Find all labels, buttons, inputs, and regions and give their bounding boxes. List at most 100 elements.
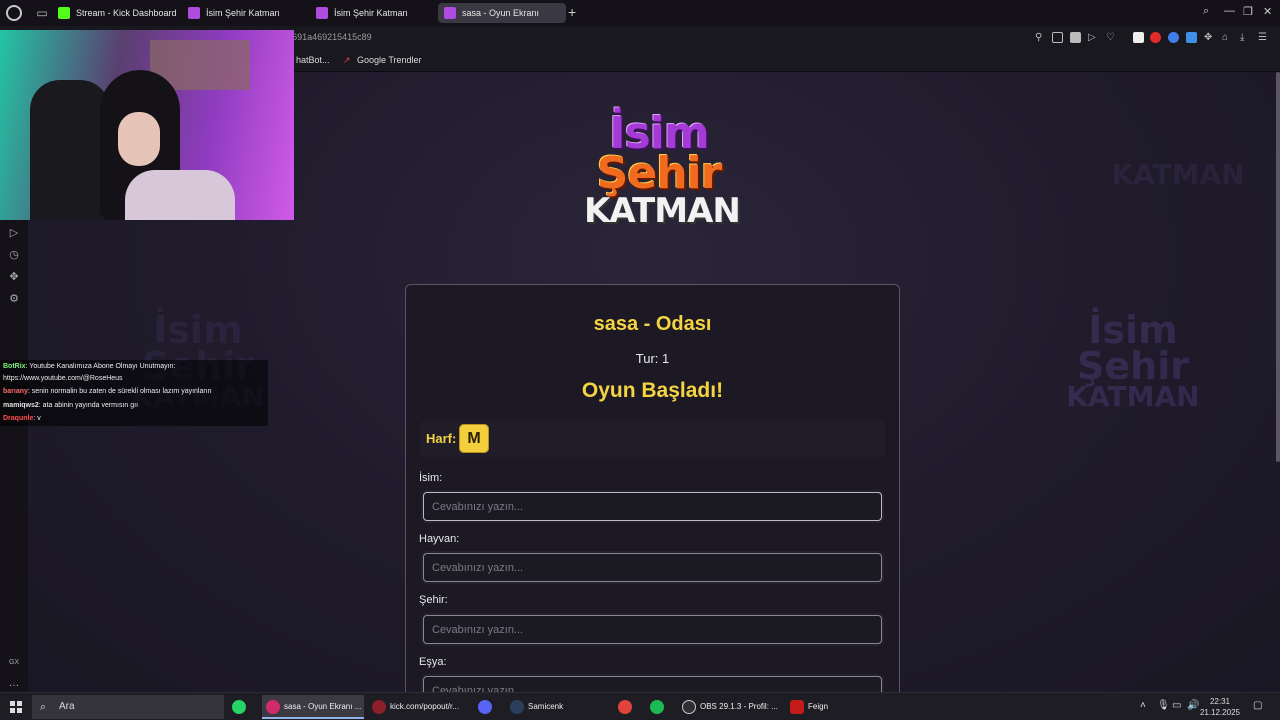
tab-isim-sehir-katman-2[interactable]: İsim Şehir Katman [310, 3, 436, 23]
search-placeholder: Ara [59, 701, 75, 712]
opera-gx-logo-icon[interactable] [6, 5, 22, 21]
settings-icon[interactable]: ⚙ [7, 292, 21, 306]
tab-label: Stream - Kick Dashboard [76, 8, 177, 18]
taskbar-chrome[interactable] [614, 695, 642, 719]
letter-label: Harf: [426, 431, 457, 446]
page-scrollbar[interactable] [1276, 72, 1280, 462]
new-tab-icon[interactable]: + [568, 4, 576, 20]
pin-icon[interactable]: ⚲ [1035, 32, 1046, 43]
microphone-icon[interactable]: 🎙 [1157, 700, 1170, 711]
taskbar-discord[interactable] [474, 695, 502, 719]
notifications-icon[interactable]: ▢ [1253, 700, 1262, 711]
extensions-icon[interactable]: ✥ [1204, 32, 1215, 43]
opera-gx-icon [266, 700, 280, 714]
tab-label: sasa - Oyun Ekranı [462, 8, 540, 18]
webcam-overlay [0, 30, 294, 220]
discord-icon [478, 700, 492, 714]
watermark-logo-right: İsim Şehir KATMAN [1066, 308, 1200, 414]
chat-message: Draqunle: v [3, 415, 41, 422]
taskbar-feign[interactable]: Feign [786, 695, 890, 719]
clock-date: 21.12.2025 [1199, 708, 1241, 717]
sehir-input[interactable] [423, 615, 882, 644]
clock-time: 22:31 [1209, 697, 1231, 706]
isim-sehir-katman-logo: İsim Şehir KATMAN [584, 112, 741, 257]
logo-line-katman: KATMAN [584, 191, 741, 231]
isim-sehir-favicon-icon [316, 7, 328, 19]
play-icon[interactable]: ▷ [1088, 32, 1099, 43]
profile-icon[interactable]: ⌂ [1222, 32, 1233, 43]
extensions-sidebar-icon[interactable]: ✥ [7, 270, 21, 284]
taskbar-spotify[interactable] [646, 695, 674, 719]
minimize-icon[interactable]: — [1224, 5, 1235, 17]
close-icon[interactable]: ✕ [1263, 5, 1272, 18]
taskbar-kick-popout[interactable]: kick.com/popout/r... [368, 695, 470, 719]
chat-message: mamiqws2: ata abinin yayında vermısın gı… [3, 402, 139, 409]
whatsapp-icon [232, 700, 246, 714]
tab-label: İsim Şehir Katman [206, 8, 280, 18]
esya-input[interactable] [423, 676, 882, 692]
field-label-hayvan: Hayvan: [419, 533, 460, 545]
browser-tab-bar: ▭ Stream - Kick Dashboard İsim Şehir Kat… [0, 0, 1280, 26]
taskbar-search[interactable]: ⌕ Ara [32, 695, 224, 719]
chrome-icon [618, 700, 632, 714]
tab-oyun-ekrani[interactable]: sasa - Oyun Ekranı [438, 3, 566, 23]
bookmark-google-trendler[interactable]: Google Trendler [357, 55, 422, 65]
gx-label[interactable]: GX [7, 656, 21, 670]
chat-message: barıany: senin normalin bu zaten de süre… [3, 388, 212, 395]
download-icon[interactable]: ⤓ [1240, 32, 1251, 43]
windows-taskbar: ⌕ Ara sasa - Oyun Ekranı ... kick.com/po… [0, 692, 1280, 720]
menu-icon[interactable]: ☰ [1258, 32, 1269, 43]
taskbar-whatsapp[interactable] [228, 695, 256, 719]
steam-icon [510, 700, 524, 714]
trend-icon: ↗ [343, 55, 351, 65]
chat-message: https://www.youtube.com/@RoseHeus [3, 375, 123, 382]
network-icon[interactable]: ▭ [1172, 700, 1181, 711]
obs-icon [682, 700, 696, 714]
history-icon[interactable]: ◷ [7, 248, 21, 262]
isim-input[interactable] [423, 492, 882, 521]
field-label-isim: İsim: [419, 472, 443, 484]
taskbar-oyun-ekrani[interactable]: sasa - Oyun Ekranı ... [262, 695, 364, 719]
extension-off-icon[interactable] [1133, 32, 1144, 43]
player-icon[interactable]: ▷ [7, 226, 21, 240]
shield-icon[interactable] [1070, 32, 1081, 43]
extension-red-icon[interactable] [1150, 32, 1161, 43]
tab-kick-dashboard[interactable]: Stream - Kick Dashboard [52, 3, 180, 23]
tray-chevron-icon[interactable]: ˄ [1140, 700, 1146, 711]
round-counter: Tur: 1 [635, 351, 670, 366]
tab-list-icon[interactable]: ▭ [35, 6, 49, 20]
logo-line-sehir: Şehir [596, 148, 723, 199]
feign-icon [790, 700, 804, 714]
extension-blue-icon[interactable] [1168, 32, 1179, 43]
tab-isim-sehir-katman-1[interactable]: İsim Şehir Katman [182, 3, 308, 23]
heart-icon[interactable]: ♡ [1106, 32, 1117, 43]
letter-row: Harf: M [420, 421, 885, 457]
restore-icon[interactable]: ❐ [1243, 5, 1253, 18]
taskbar-obs[interactable]: OBS 29.1.3 - Profil: ... [678, 695, 784, 719]
search-tabs-icon[interactable]: ⌕ [1203, 5, 1209, 18]
kick-icon [58, 7, 70, 19]
taskbar-clock[interactable]: 22:31 21.12.2025 [1198, 696, 1242, 718]
chat-overlay: BotRix: Youtube Kanalımıza Abone Olmayı … [0, 360, 268, 426]
spotify-icon [650, 700, 664, 714]
more-icon[interactable]: … [7, 676, 21, 690]
opera-gx-icon [372, 700, 386, 714]
cam-face [118, 112, 160, 166]
field-label-esya: Eşya: [419, 656, 447, 668]
isim-sehir-favicon-icon [444, 7, 456, 19]
windows-start-icon[interactable] [10, 701, 22, 713]
tab-label: İsim Şehir Katman [334, 8, 408, 18]
letter-badge: M [459, 424, 489, 453]
snapshot-icon[interactable] [1052, 32, 1063, 43]
bookmark-chatbot[interactable]: hatBot... [296, 55, 330, 65]
cam-shirt [125, 170, 235, 220]
extension-translate-icon[interactable] [1186, 32, 1197, 43]
chat-message: BotRix: Youtube Kanalımıza Abone Olmayı … [3, 363, 176, 370]
room-title: sasa - Odası [593, 313, 712, 335]
field-label-sehir: Şehir: [419, 594, 448, 606]
search-icon: ⌕ [40, 701, 47, 713]
game-status: Oyun Başladı! [581, 379, 724, 402]
hayvan-input[interactable] [423, 553, 882, 582]
cam-chair [30, 80, 110, 220]
taskbar-steam[interactable]: Samicenk [506, 695, 610, 719]
